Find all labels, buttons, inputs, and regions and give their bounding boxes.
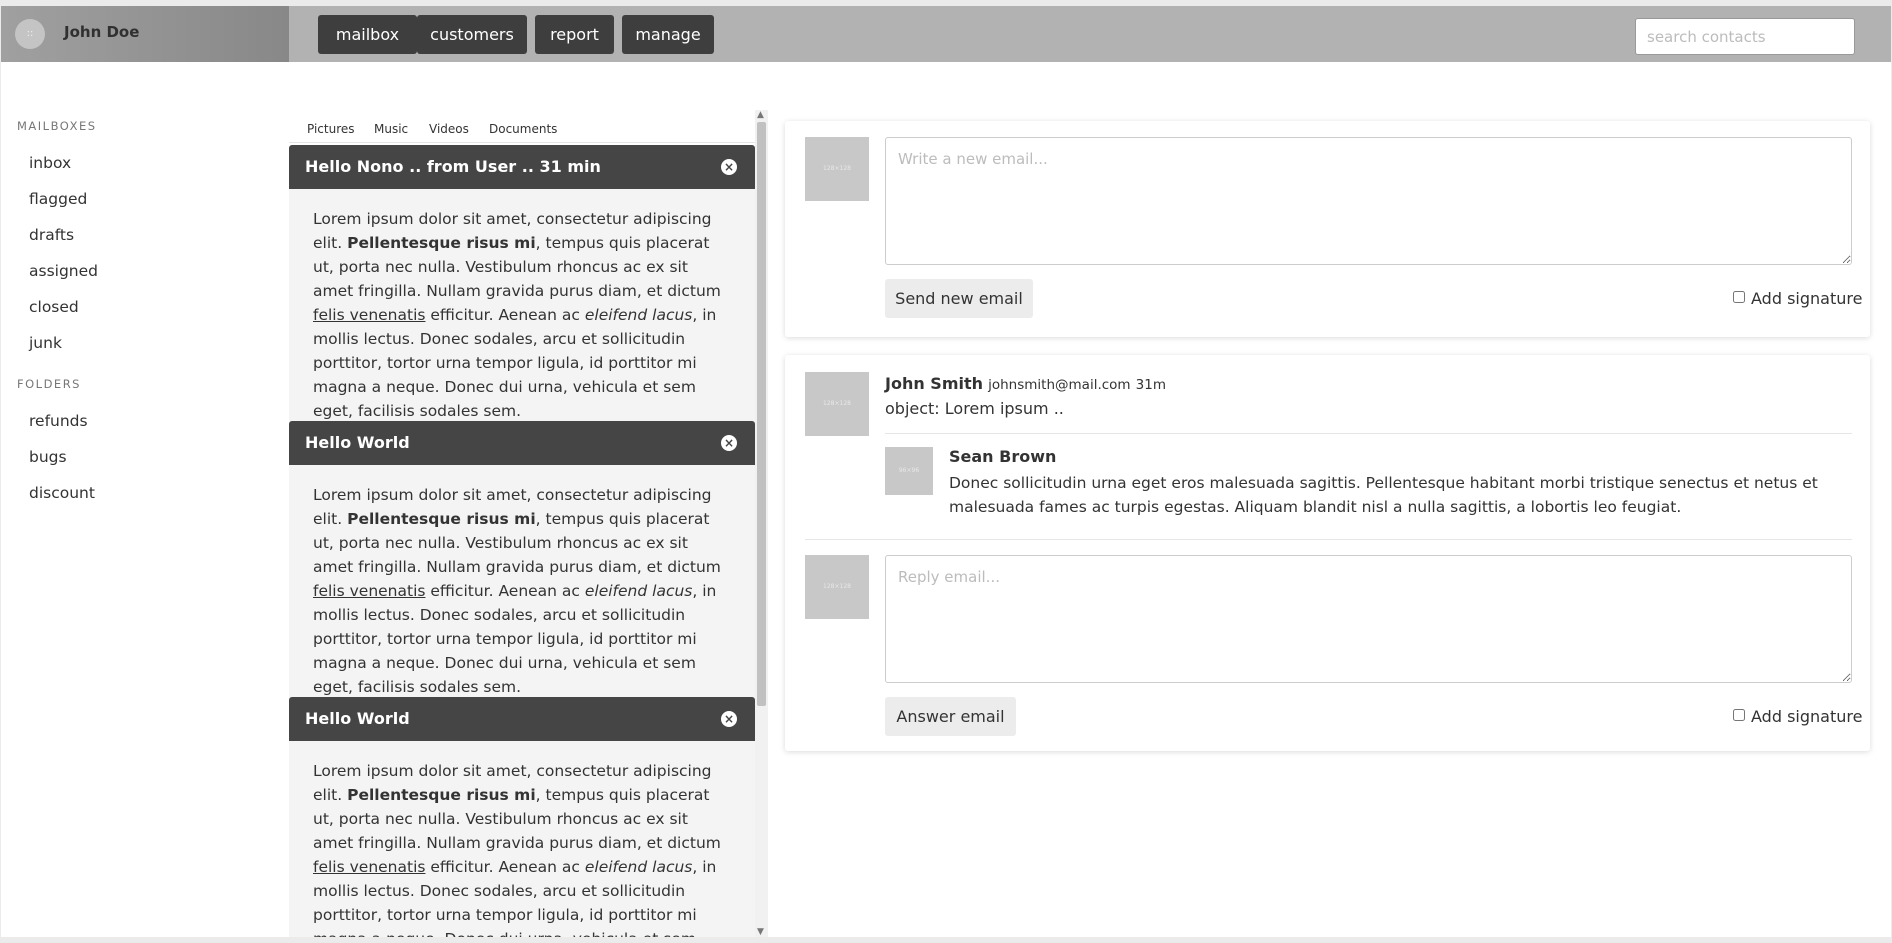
scroll-thumb[interactable] [757, 122, 766, 706]
tab-bar: Pictures Music Videos Documents [289, 114, 755, 143]
folders-heading: FOLDERS [17, 377, 81, 391]
close-icon[interactable]: × [721, 435, 737, 451]
message-title: Hello Nono .. from User .. 31 min [305, 157, 601, 176]
signature-checkbox[interactable] [1733, 709, 1745, 721]
close-icon[interactable]: × [721, 159, 737, 175]
reply-author[interactable]: Sean Brown [949, 447, 1056, 466]
message-link[interactable]: felis venenatis [313, 582, 425, 600]
top-bar: :: John Doe mailbox customers report man… [1, 6, 1891, 62]
message-link[interactable]: felis venenatis [313, 306, 425, 324]
message-header[interactable]: Hello World × [289, 697, 755, 741]
bold-text: Pellentesque risus mi [347, 786, 536, 804]
sidebar-item-inbox[interactable]: inbox [29, 154, 71, 172]
message-list[interactable]: Hello Nono .. from User .. 31 min × Lore… [289, 145, 755, 937]
add-signature-checkbox[interactable]: Add signature [1733, 289, 1862, 308]
compose-textarea[interactable] [885, 137, 1852, 265]
tab-documents[interactable]: Documents [489, 122, 557, 136]
message-title: Hello World [305, 433, 410, 452]
sidebar-item-refunds[interactable]: refunds [29, 412, 88, 430]
add-signature-checkbox[interactable]: Add signature [1733, 707, 1862, 726]
nav-customers-button[interactable]: customers [417, 15, 527, 54]
italic-text: eleifend lacus [584, 582, 693, 600]
bold-text: Pellentesque risus mi [347, 510, 536, 528]
signature-checkbox[interactable] [1733, 291, 1745, 303]
app-window: :: John Doe mailbox customers report man… [1, 6, 1891, 937]
sidebar-item-discount[interactable]: discount [29, 484, 95, 502]
bold-text: Pellentesque risus mi [347, 234, 536, 252]
sender-email[interactable]: johnsmith@mail.com [988, 377, 1130, 393]
compose-avatar: 128×128 [805, 137, 869, 201]
message-time: 31m [1135, 377, 1167, 393]
message-header[interactable]: Hello World × [289, 421, 755, 465]
compose-card: 128×128 Send new email Add signature [785, 121, 1870, 337]
scroll-up-icon[interactable]: ▲ [757, 110, 764, 120]
message-body: Lorem ipsum dolor sit amet, consectetur … [289, 189, 755, 424]
avatar[interactable]: :: [15, 19, 45, 49]
close-icon[interactable]: × [721, 711, 737, 727]
message-link[interactable]: felis venenatis [313, 858, 425, 876]
tab-pictures[interactable]: Pictures [307, 122, 355, 136]
sidebar-item-junk[interactable]: junk [29, 334, 62, 352]
reply-compose-avatar: 128×128 [805, 555, 869, 619]
sidebar-item-bugs[interactable]: bugs [29, 448, 67, 466]
message-body: Lorem ipsum dolor sit amet, consectetur … [289, 465, 755, 700]
message-object: object: Lorem ipsum .. [885, 399, 1064, 418]
user-name[interactable]: John Doe [64, 23, 139, 41]
italic-text: eleifend lacus [584, 858, 693, 876]
sidebar-item-drafts[interactable]: drafts [29, 226, 74, 244]
message-title: Hello World [305, 709, 410, 728]
sender-line: John Smith johnsmith@mail.com 31m [885, 374, 1166, 393]
mailboxes-heading: MAILBOXES [17, 119, 97, 133]
reply-textarea[interactable] [885, 555, 1852, 683]
sidebar-item-closed[interactable]: closed [29, 298, 79, 316]
reply-text: Donec sollicitudin urna eget eros malesu… [949, 474, 1818, 516]
answer-email-button[interactable]: Answer email [885, 697, 1016, 736]
tab-videos[interactable]: Videos [429, 122, 469, 136]
nav-mailbox-button[interactable]: mailbox [318, 15, 417, 54]
search-input[interactable] [1635, 18, 1855, 55]
divider [805, 539, 1852, 540]
sidebar-item-assigned[interactable]: assigned [29, 262, 98, 280]
message-body: Lorem ipsum dolor sit amet, consectetur … [289, 741, 755, 937]
message-header[interactable]: Hello Nono .. from User .. 31 min × [289, 145, 755, 189]
sender-name[interactable]: John Smith [885, 374, 983, 393]
sender-avatar: 128×128 [805, 372, 869, 436]
scroll-down-icon[interactable]: ▼ [757, 927, 764, 937]
divider [885, 433, 1852, 434]
nav-manage-button[interactable]: manage [622, 15, 714, 54]
italic-text: eleifend lacus [584, 306, 693, 324]
sidebar-item-flagged[interactable]: flagged [29, 190, 87, 208]
reply-avatar: 96×96 [885, 447, 933, 495]
nav-report-button[interactable]: report [535, 15, 614, 54]
user-area[interactable]: :: John Doe [1, 6, 289, 62]
tab-music[interactable]: Music [374, 122, 408, 136]
thread-card: 128×128 John Smith johnsmith@mail.com 31… [785, 355, 1870, 751]
send-new-email-button[interactable]: Send new email [885, 279, 1033, 318]
list-scrollbar[interactable]: ▲ ▼ [755, 110, 768, 937]
